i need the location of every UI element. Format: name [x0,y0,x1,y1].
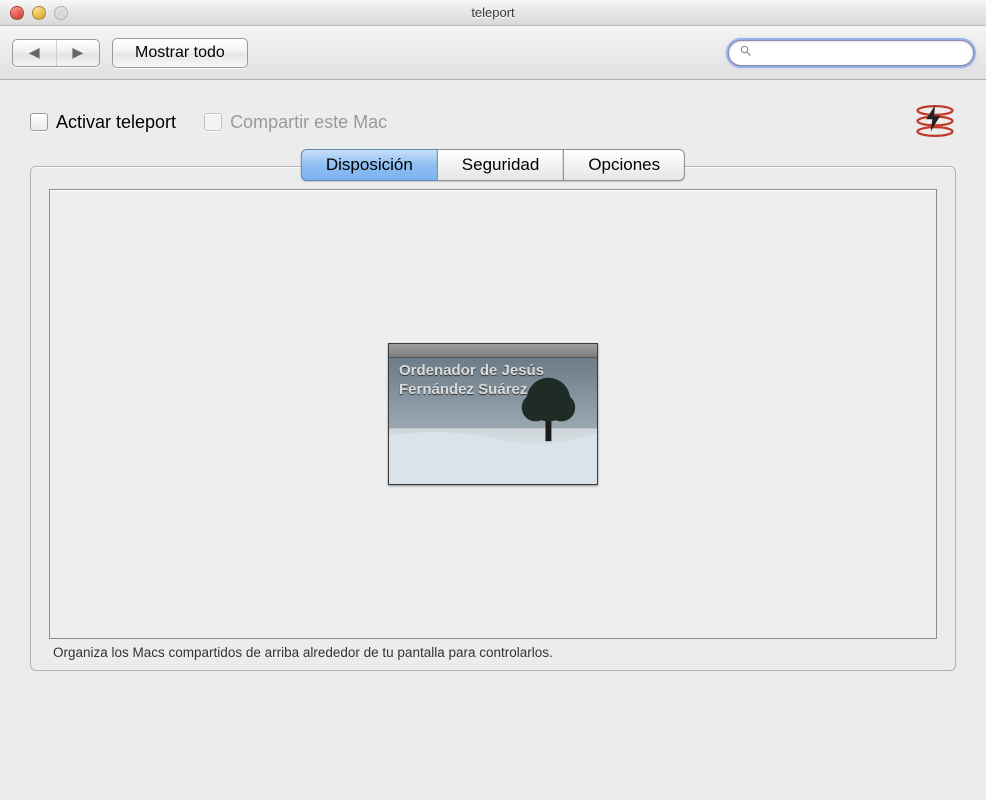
forward-button[interactable]: ▶ [57,40,100,66]
tab-layout[interactable]: Disposición [301,149,438,181]
activate-teleport-label: Activar teleport [56,112,176,133]
nav-buttons: ◀ ▶ [12,39,100,67]
tab-security[interactable]: Seguridad [437,149,565,181]
checkbox-icon [30,113,48,131]
tabbar: Disposición Seguridad Opciones [301,149,685,181]
tab-panel: Disposición Seguridad Opciones [30,166,956,671]
search-icon [739,44,757,61]
options-row: Activar teleport Compartir este Mac [30,104,956,140]
show-all-label: Mostrar todo [135,44,225,62]
teleport-logo-icon [914,100,956,142]
activate-teleport-checkbox[interactable]: Activar teleport [30,112,176,133]
tab-options[interactable]: Opciones [563,149,685,181]
tab-label: Opciones [588,155,660,175]
checkbox-icon [204,113,222,131]
tab-label: Seguridad [462,155,540,175]
layout-hint: Organiza los Macs compartidos de arriba … [49,645,937,660]
monitor-name: Ordenador de Jesús Fernández Suárez [399,362,587,400]
toolbar: ◀ ▶ Mostrar todo [0,26,986,80]
show-all-button[interactable]: Mostrar todo [112,38,248,68]
search-input[interactable] [757,45,963,60]
window-title: teleport [0,5,986,20]
monitor-menubar [389,344,597,358]
share-mac-label: Compartir este Mac [230,112,387,133]
layout-canvas[interactable]: Ordenador de Jesús Fernández Suárez [49,189,937,639]
back-button[interactable]: ◀ [13,40,57,66]
chevron-right-icon: ▶ [72,44,83,61]
tab-label: Disposición [326,155,413,175]
search-field[interactable] [728,40,974,66]
chevron-left-icon: ◀ [29,44,40,61]
local-monitor[interactable]: Ordenador de Jesús Fernández Suárez [388,343,598,485]
titlebar: teleport [0,0,986,26]
content: Activar teleport Compartir este Mac Disp… [0,80,986,681]
layout-groupbox: Ordenador de Jesús Fernández Suárez Orga… [30,166,956,671]
share-mac-checkbox: Compartir este Mac [204,112,387,133]
